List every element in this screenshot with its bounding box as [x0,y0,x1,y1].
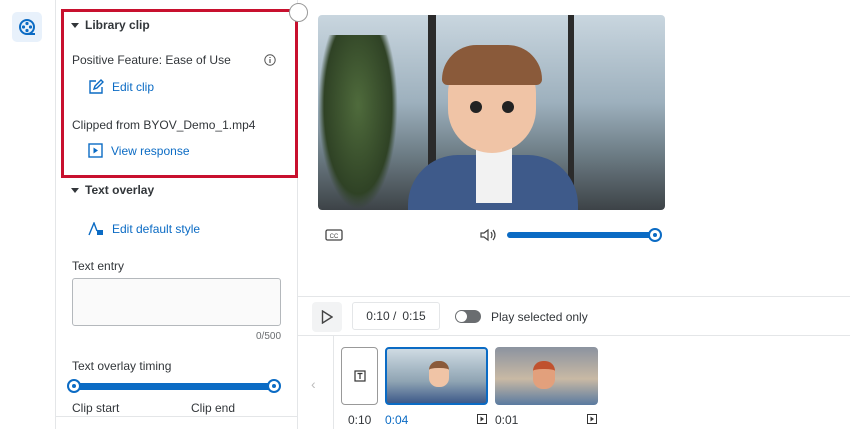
left-rail [0,0,56,429]
clip-1-duration: 0:04 [385,413,409,427]
timeline-strip: ‹ 0:10 0:04 0:01 [298,336,850,429]
text-entry-label: Text entry [72,259,125,273]
edit-style-label: Edit default style [112,222,201,236]
end-handle[interactable] [267,379,281,393]
divider [56,416,298,417]
play-selected-label: Play selected only [491,310,588,324]
clip-2-duration: 0:01 [495,413,519,427]
timeline-item-clip-2[interactable] [495,347,598,405]
collapse-panel-button[interactable] [289,3,308,22]
start-handle[interactable] [67,379,81,393]
edit-default-style-button[interactable]: Edit default style [88,222,200,236]
text-item-duration: 0:10 [348,413,372,427]
volume-slider[interactable] [507,228,662,242]
highlight-box [61,9,298,178]
play-icon [321,310,333,324]
char-count: 0/500 [256,331,282,342]
total-time: 0:15 [402,309,426,323]
text-style-icon [88,222,103,236]
scroll-left-icon[interactable]: ‹ [311,376,316,392]
volume-handle[interactable] [648,228,662,242]
caret-down-icon [71,187,79,193]
current-time: 0:10 / [366,309,397,323]
play-selected-toggle[interactable] [455,310,481,323]
text-overlay-header[interactable]: Text overlay [71,183,154,197]
svg-text:CC: CC [330,234,339,240]
text-box-icon [353,370,366,382]
closed-captions-icon[interactable]: CC [325,229,343,241]
timeline-item-text[interactable] [341,347,378,405]
film-reel-icon [19,19,35,35]
clip-end-label: Clip end [191,401,236,415]
text-overlay-title: Text overlay [85,183,155,197]
volume-icon[interactable] [480,228,496,242]
play-button[interactable] [312,302,342,332]
timing-range-slider[interactable] [67,379,281,393]
play-box-icon [477,414,487,424]
clip-start-label: Clip start [72,401,120,415]
media-library-button[interactable] [12,12,42,42]
playback-controls: 0:10 / 0:15 Play selected only [298,296,850,336]
video-preview[interactable] [318,15,665,210]
time-display: 0:10 / 0:15 [352,302,440,330]
play-box-icon [587,414,597,424]
timing-label: Text overlay timing [72,359,172,373]
timeline-item-clip-1[interactable] [385,347,488,405]
text-entry-input[interactable] [72,278,281,326]
